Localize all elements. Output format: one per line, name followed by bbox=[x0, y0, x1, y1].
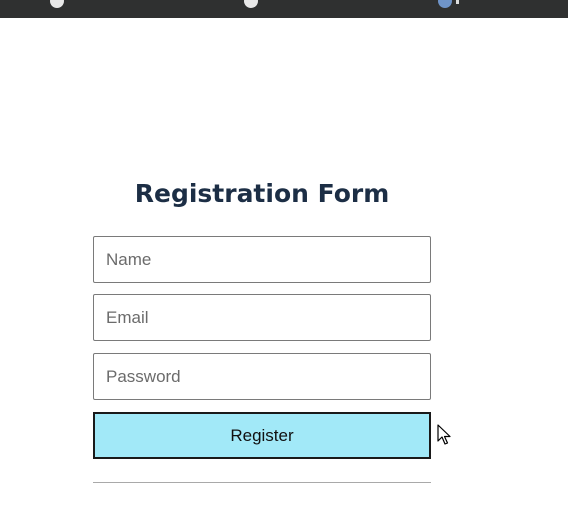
browser-icon[interactable] bbox=[244, 0, 258, 8]
globe-icon[interactable] bbox=[438, 0, 452, 8]
email-input[interactable] bbox=[93, 294, 431, 341]
mouse-pointer-icon bbox=[437, 424, 451, 445]
form-divider bbox=[93, 482, 431, 483]
register-button[interactable]: Register bbox=[93, 412, 431, 459]
top-bar bbox=[0, 0, 568, 18]
taskbar-indicator-icon bbox=[456, 0, 459, 4]
password-input[interactable] bbox=[93, 353, 431, 400]
browser-icon[interactable] bbox=[50, 0, 64, 8]
name-input[interactable] bbox=[93, 236, 431, 283]
form-title: Registration Form bbox=[134, 179, 390, 208]
